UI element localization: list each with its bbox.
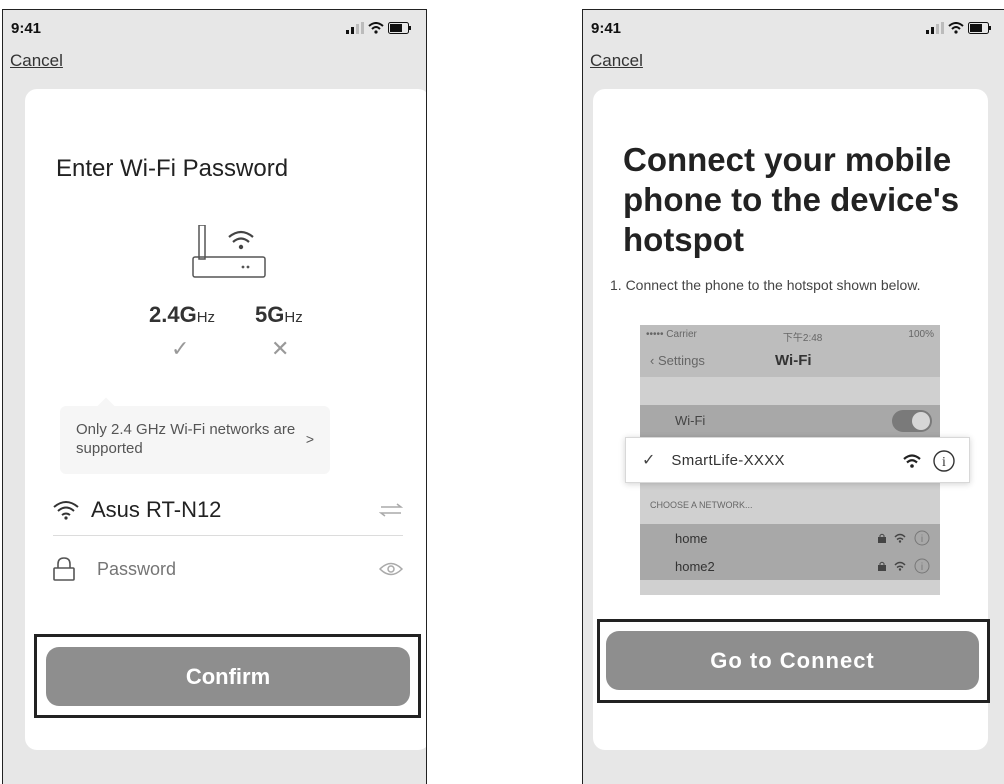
ios-network-row: home2 i: [640, 552, 940, 580]
phone-screen-hotspot: 9:41 Cancel Connect your mobile phone to…: [582, 9, 1004, 784]
ios-wifi-label: Wi-Fi: [675, 413, 706, 428]
password-row[interactable]: [53, 549, 403, 589]
ios-network-name: home2: [675, 559, 715, 574]
page-title: Enter Wi-Fi Password: [56, 155, 289, 182]
status-icons: [346, 22, 412, 34]
hotspot-name: SmartLife-XXXX: [671, 451, 785, 469]
phone-screen-wifi-password: 9:41 Cancel Enter Wi-Fi Password 2.4GHz …: [2, 9, 427, 784]
status-time: 9:41: [11, 20, 42, 37]
instruction-step: 1. Connect the phone to the hotspot show…: [610, 277, 921, 293]
ssid-row[interactable]: Asus RT-N12: [53, 492, 403, 528]
cancel-link[interactable]: Cancel: [10, 51, 63, 71]
band-2-4ghz-label: 2.4GHz: [149, 302, 216, 327]
eye-icon[interactable]: [379, 562, 403, 576]
wifi-status-icon: [368, 22, 384, 34]
wifi-icon: [903, 454, 921, 468]
svg-text:i: i: [921, 562, 923, 573]
wifi-icon: [894, 533, 906, 543]
switch-network-icon[interactable]: [379, 503, 403, 517]
status-icons: [926, 22, 992, 34]
password-field[interactable]: [97, 558, 317, 580]
cancel-link[interactable]: Cancel: [590, 51, 643, 71]
signal-icon: [926, 22, 944, 34]
info-icon: i: [914, 530, 930, 546]
ios-carrier: ••••• Carrier: [646, 329, 697, 340]
lock-icon: [878, 561, 886, 571]
ios-wifi-toggle-row: Wi-Fi: [640, 405, 940, 437]
wifi-status-icon: [948, 22, 964, 34]
ios-back-link: ‹ Settings: [650, 353, 705, 368]
ios-choose-network-label: CHOOSE A NETWORK...: [650, 500, 753, 510]
divider: [53, 535, 403, 536]
check-icon: ✓: [171, 336, 190, 361]
ios-battery: 100%: [908, 329, 934, 340]
lock-icon: [53, 557, 75, 581]
status-time: 9:41: [591, 20, 622, 37]
ios-network-name: home: [675, 531, 708, 546]
tip-text: Only 2.4 GHz Wi-Fi networks are supporte…: [76, 421, 296, 457]
wifi-icon: [53, 501, 79, 520]
ios-time: 下午2:48: [782, 333, 823, 344]
band-5ghz-label: 5GHz: [255, 302, 303, 327]
cross-icon: ✕: [271, 336, 290, 361]
ios-nav-title: Wi-Fi: [775, 352, 812, 369]
check-icon: ✓: [642, 452, 656, 469]
ssid-name: Asus RT-N12: [91, 497, 222, 522]
battery-icon: [968, 22, 991, 34]
ios-network-row: home i: [640, 524, 940, 552]
battery-icon: [388, 22, 411, 34]
signal-icon: [346, 22, 364, 34]
svg-text:i: i: [942, 455, 946, 470]
info-icon: i: [914, 558, 930, 574]
wifi-icon: [894, 561, 906, 571]
frequency-tip[interactable]: Only 2.4 GHz Wi-Fi networks are supporte…: [60, 397, 330, 474]
selected-hotspot-row: ✓ SmartLife-XXXX i: [625, 437, 970, 483]
ios-nav-bar: ••••• Carrier 下午2:48 100% ‹ Settings Wi-…: [640, 325, 940, 377]
lock-icon: [878, 533, 886, 543]
confirm-button[interactable]: Confirm: [46, 647, 410, 706]
page-title: Connect your mobile phone to the device'…: [623, 141, 960, 258]
ios-wifi-toggle: [892, 410, 932, 432]
svg-text:i: i: [921, 534, 923, 545]
router-icon: [192, 225, 266, 278]
ios-status-bar: ••••• Carrier 下午2:48 100%: [646, 329, 934, 344]
info-icon: i: [933, 450, 955, 472]
go-to-connect-button[interactable]: Go to Connect: [606, 631, 979, 690]
tip-caret: [97, 397, 115, 415]
chevron-right-icon: >: [305, 431, 314, 447]
